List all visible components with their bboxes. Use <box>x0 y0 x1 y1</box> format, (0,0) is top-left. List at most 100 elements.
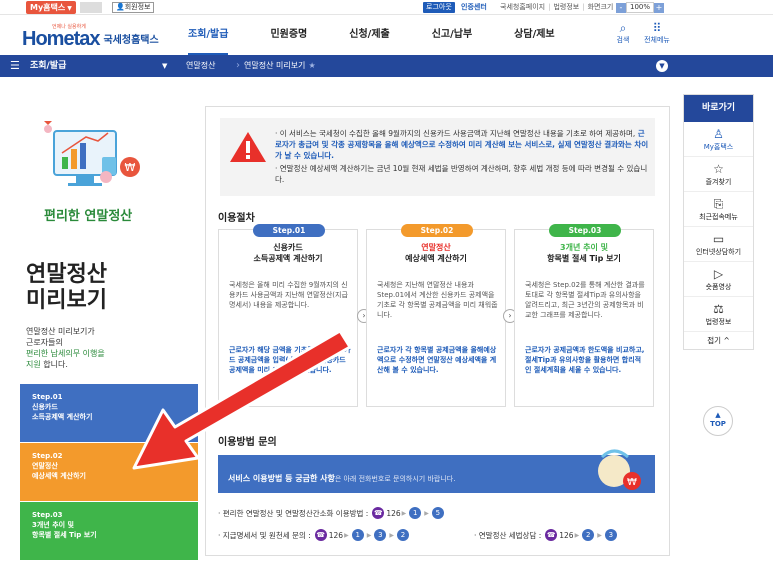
cert-center-link[interactable]: 인증센터 <box>461 2 487 13</box>
hamburger-icon[interactable]: ☰ <box>10 59 20 73</box>
step2-expected-tax-button[interactable]: Step.02 연말정산 예상세액 계산하기 <box>20 443 198 501</box>
hometax-logo[interactable]: 언제나 실용하게 Hometax 국세청홈택스 <box>22 23 159 49</box>
member-info-button[interactable]: 👤회원정보 <box>112 2 155 13</box>
notice-paragraph1: · 이 서비스는 국세청이 수집한 올해 9월까지의 신용카드 사용금액과 지난… <box>275 128 650 161</box>
quick-online-consult[interactable]: ▭ 인터넷상담하기 <box>684 227 753 262</box>
quick-short-video[interactable]: ▷ 숏폼영상 <box>684 262 753 297</box>
step3-line2: 항목별 절세 Tip 보기 <box>32 531 97 539</box>
search-button[interactable]: ⌕ 검색 <box>608 21 638 45</box>
card3-head: 3개년 추이 및 항목별 절세 Tip 보기 <box>515 242 653 264</box>
card3-head1: 3개년 추이 및 <box>560 243 608 252</box>
procedure-card-step3: Step.03 3개년 추이 및 항목별 절세 Tip 보기 국세청은 Step.… <box>514 224 654 407</box>
step2-label: Step.02 <box>32 452 63 460</box>
breadcrumb-level1[interactable]: 조회/발급 <box>30 55 66 77</box>
grid-icon: ⠿ <box>652 21 662 35</box>
breadcrumb-separator-icon: › <box>236 60 240 71</box>
quick-law-label: 법령정보 <box>705 318 732 326</box>
nts-homepage-link[interactable]: 국세청홈페이지 <box>500 3 545 11</box>
inquiry-row3: · 연말정산 세법상담 : ☎ 126 ▶ 2 ▶ 3 <box>474 529 619 541</box>
logo-name: 국세청홈택스 <box>103 35 159 46</box>
card2-foot: 근로자가 각 항목별 공제금액을 올해예상액으로 수정하면 연말정산 예상세액을… <box>377 346 497 374</box>
quick-favorites-label: 즐겨찾기 <box>705 178 732 186</box>
favorite-star-icon[interactable]: ★ <box>308 61 315 70</box>
row2-num2: 3 <box>374 529 387 541</box>
quick-fold-button[interactable]: 접기 ^ <box>684 332 753 349</box>
notice-paragraph2: · 연말정산 예상세액 계산하기는 금년 10월 현재 세법을 반영하여 계산하… <box>275 164 648 184</box>
card1-head1: 신용카드 <box>273 243 303 252</box>
search-icon: ⌕ <box>619 21 627 35</box>
card1-foot: 근로자가 해당 금액을 기초로 해당 신용카드 공제금액을 입력(수정)하면 신… <box>229 346 351 374</box>
quick-recent-menu[interactable]: ⎘ 최근접속메뉴 <box>684 192 753 227</box>
row1-num2: 5 <box>431 507 444 519</box>
person-icon: ♙ <box>713 127 724 141</box>
myhometax-label: My홈택스 <box>30 3 66 12</box>
desc-end: 합니다. <box>40 360 68 369</box>
row2-label: · 지급명세서 및 원천세 문의 : <box>218 530 311 540</box>
card2-head: 연말정산 예상세액 계산하기 <box>367 242 505 264</box>
notice-text: · 이 서비스는 국세청이 수집한 올해 9월까지의 신용카드 사용금액과 지난… <box>275 128 650 187</box>
quick-law-info[interactable]: ⚖ 법령정보 <box>684 297 753 332</box>
user-name-placeholder <box>80 2 102 13</box>
quick-menu: 바로가기 ♙ My홈택스 ☆ 즐겨찾기 ⎘ 최근접속메뉴 ▭ 인터넷상담하기 ▷ 숏폼영상… <box>683 94 754 350</box>
row1-num1: 1 <box>409 507 422 519</box>
inquiry-row2: · 지급명세서 및 원천세 문의 : ☎ 126 ▶ 1 ▶ 3 ▶ 2 <box>218 529 411 541</box>
member-info-label: 회원정보 <box>124 3 151 11</box>
step3-trend-tip-button[interactable]: Step.03 3개년 추이 및 항목별 절세 Tip 보기 <box>20 502 198 560</box>
step1-credit-card-button[interactable]: Step.01 신용카드 소득공제액 계산하기 <box>20 384 198 442</box>
logout-button[interactable]: 로그아웃 <box>423 2 455 13</box>
main-nav: 조회/발급 민원증명 신청/제출 신고/납부 상담/제보 <box>188 15 597 55</box>
procedure-card-step2: Step.02 연말정산 예상세액 계산하기 국세청은 지난해 연말정산 내용과 … <box>366 224 506 407</box>
quick-video-label: 숏폼영상 <box>705 283 732 291</box>
dot-separator: ▶ <box>574 531 580 539</box>
nav-consult-report[interactable]: 상담/제보 <box>514 15 554 55</box>
monitor-chat-icon: ▭ <box>712 232 725 246</box>
logo-tax-text: tax <box>73 28 101 50</box>
card2-body: 국세청은 지난해 연말정산 내용과 Step.01에서 계산한 신용카드 공제액… <box>377 281 498 319</box>
search-label: 검색 <box>616 36 630 44</box>
warning-icon <box>230 132 266 162</box>
card1-badge: Step.01 <box>253 224 325 237</box>
card1-head2: 소득공제액 계산하기 <box>253 254 323 263</box>
inquiry-row1: · 편리한 연말정산 및 연말정산간소화 이용방법 : ☎ 126 ▶ 1 ▶ 5 <box>218 507 446 519</box>
banner-bold: 서비스 이용방법 등 궁금한 사항 <box>228 474 335 483</box>
zoom-in-button[interactable]: + <box>654 2 665 13</box>
nav-civil-certificate[interactable]: 민원증명 <box>270 15 307 55</box>
row2-num3: 2 <box>396 529 409 541</box>
breadcrumb-level3[interactable]: 연말정산 미리보기 ★ <box>244 55 316 77</box>
desc-support: 지원 <box>26 360 41 369</box>
step3-label: Step.03 <box>32 511 63 519</box>
nav-report-pay[interactable]: 신고/납부 <box>432 15 472 55</box>
nav-inquiry-issue[interactable]: 조회/발급 <box>188 15 229 55</box>
law-info-link[interactable]: 법령정보 <box>545 3 579 11</box>
zoom-out-button[interactable]: - <box>616 2 626 13</box>
scroll-top-button[interactable]: ▲ TOP <box>703 406 733 436</box>
phone-icon: ☎ <box>372 507 385 519</box>
page-title-line1: 연말정산 <box>26 262 107 287</box>
quick-myhometax[interactable]: ♙ My홈택스 <box>684 122 753 157</box>
myhometax-button[interactable]: My홈택스 ▼ <box>26 1 76 14</box>
all-menu-button[interactable]: ⠿ 전체메뉴 <box>642 21 672 45</box>
step3-line1: 3개년 추이 및 <box>32 521 74 529</box>
row3-num1: 2 <box>582 529 595 541</box>
card2-head2: 예상세액 계산하기 <box>405 254 467 263</box>
quick-favorites[interactable]: ☆ 즐겨찾기 <box>684 157 753 192</box>
recent-pointer-icon: ⎘ <box>713 197 724 211</box>
card1-body: 국세청은 올해 미리 수집한 9월까지의 신용카드 사용금액과 지난해 연말정산… <box>229 281 348 309</box>
dot-separator: ▶ <box>344 531 349 539</box>
star-icon: ☆ <box>713 162 724 176</box>
quick-myhometax-label: My홈택스 <box>703 143 734 151</box>
step1-line2: 소득공제액 계산하기 <box>32 413 93 421</box>
desc-line2: 근로자들의 <box>26 338 63 347</box>
inquiry-title: 이용방법 문의 <box>218 437 277 448</box>
zoom-value: 100% <box>626 2 655 13</box>
nav-apply-submit[interactable]: 신청/제출 <box>349 15 389 55</box>
phone-icon: ☎ <box>314 529 327 541</box>
step1-line1: 신용카드 <box>32 403 58 411</box>
main-header: 언제나 실용하게 Hometax 국세청홈택스 조회/발급 민원증명 신청/제출… <box>0 15 773 55</box>
breadcrumb-level2[interactable]: 연말정산 <box>186 55 215 77</box>
breadcrumb-level1-dropdown-icon[interactable]: ▼ <box>162 55 167 77</box>
person-icon: 👤 <box>116 3 125 11</box>
desc-line1: 연말정산 미리보기가 <box>26 327 95 336</box>
quick-recent-label: 최근접속메뉴 <box>699 213 738 221</box>
subnav-expand-icon[interactable]: ▼ <box>656 60 668 72</box>
